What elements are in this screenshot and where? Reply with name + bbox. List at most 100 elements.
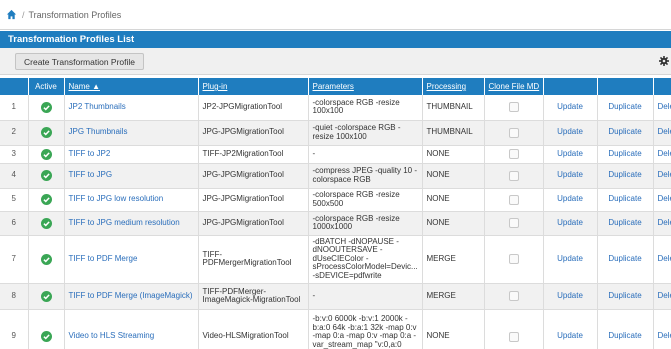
col-name-header[interactable]: Name ▲ <box>64 78 199 95</box>
row-index: 1 <box>0 95 29 121</box>
plugin-cell: JPG-JPGMigrationTool <box>198 120 309 146</box>
clone-cell <box>484 120 544 146</box>
row-index: 6 <box>0 211 29 236</box>
update-link[interactable]: Update <box>543 120 598 146</box>
home-icon[interactable] <box>6 9 17 20</box>
col-clone-header[interactable]: Clone File MD <box>484 78 544 95</box>
delete-link[interactable]: Delete <box>653 120 671 146</box>
table-row: 5 TIFF to JPG low resolution JPG-JPGMigr… <box>0 188 671 212</box>
breadcrumb: / Transformation Profiles <box>0 0 671 30</box>
profile-name[interactable]: TIFF to JPG <box>64 163 199 189</box>
table-row: 8 TIFF to PDF Merge (ImageMagick) TIFF-P… <box>0 283 671 310</box>
processing-cell: NONE <box>422 309 485 349</box>
duplicate-link[interactable]: Duplicate <box>597 95 654 121</box>
check-circle-icon <box>40 217 52 229</box>
toolbar: Create Transformation Profile <box>0 48 671 75</box>
parameters-cell: -compress JPEG -quality 10 -colorspace R… <box>308 163 423 189</box>
delete-link[interactable]: Delete <box>653 145 671 164</box>
check-circle-icon <box>40 331 52 342</box>
row-index: 8 <box>0 283 29 310</box>
table-header-row: Active Name ▲ Plug-in Parameters Process… <box>0 78 671 95</box>
profile-name[interactable]: TIFF to JP2 <box>64 145 199 164</box>
duplicate-link[interactable]: Duplicate <box>597 145 654 164</box>
processing-cell: THUMBNAIL <box>422 95 485 121</box>
parameters-cell: -colorspace RGB -resize 500x500 <box>308 188 423 212</box>
plugin-cell: JP2-JPGMigrationTool <box>198 95 309 121</box>
plugin-cell: TIFF-JP2MigrationTool <box>198 145 309 164</box>
update-link[interactable]: Update <box>543 309 598 349</box>
update-link[interactable]: Update <box>543 188 598 212</box>
col-parameters-header[interactable]: Parameters <box>308 78 423 95</box>
update-link[interactable]: Update <box>543 211 598 236</box>
delete-link[interactable]: Delete <box>653 309 671 349</box>
active-cell <box>28 95 65 121</box>
clone-cell <box>484 163 544 189</box>
active-cell <box>28 188 65 212</box>
clone-file-md-checkbox[interactable] <box>508 102 519 113</box>
active-cell <box>28 309 65 349</box>
row-index: 4 <box>0 163 29 189</box>
profile-name[interactable]: TIFF to JPG low resolution <box>64 188 199 212</box>
clone-file-md-checkbox[interactable] <box>508 170 519 181</box>
duplicate-link[interactable]: Duplicate <box>597 211 654 236</box>
table-row: 2 JPG Thumbnails JPG-JPGMigrationTool -q… <box>0 120 671 146</box>
profile-name[interactable]: TIFF to PDF Merge <box>64 235 199 284</box>
clone-file-md-checkbox[interactable] <box>508 291 519 301</box>
duplicate-link[interactable]: Duplicate <box>597 188 654 212</box>
col-duplicate-header <box>597 78 654 95</box>
col-plugin-header[interactable]: Plug-in <box>198 78 309 95</box>
processing-cell: NONE <box>422 211 485 236</box>
duplicate-link[interactable]: Duplicate <box>597 120 654 146</box>
plugin-cell: TIFF-PDFMerger-ImageMagick-MigrationTool <box>198 283 309 310</box>
clone-file-md-checkbox[interactable] <box>508 127 519 138</box>
duplicate-link[interactable]: Duplicate <box>597 235 654 284</box>
clone-cell <box>484 188 544 212</box>
clone-file-md-checkbox[interactable] <box>508 194 519 205</box>
profile-name[interactable]: JP2 Thumbnails <box>64 95 199 121</box>
delete-link[interactable]: Delete <box>653 95 671 121</box>
delete-link[interactable]: Delete <box>653 163 671 189</box>
profile-name[interactable]: TIFF to JPG medium resolution <box>64 211 199 236</box>
create-profile-button[interactable]: Create Transformation Profile <box>15 53 145 70</box>
profile-name[interactable]: TIFF to PDF Merge (ImageMagick) <box>64 283 199 310</box>
duplicate-link[interactable]: Duplicate <box>597 283 654 310</box>
delete-link[interactable]: Delete <box>653 235 671 284</box>
processing-cell: THUMBNAIL <box>422 120 485 146</box>
row-index: 2 <box>0 120 29 146</box>
processing-cell: NONE <box>422 188 485 212</box>
col-processing-header[interactable]: Processing <box>422 78 485 95</box>
clone-file-md-checkbox[interactable] <box>508 149 519 159</box>
duplicate-link[interactable]: Duplicate <box>597 163 654 189</box>
clone-file-md-checkbox[interactable] <box>508 331 519 342</box>
col-delete-header <box>653 78 671 95</box>
processing-cell: NONE <box>422 145 485 164</box>
profile-name[interactable]: JPG Thumbnails <box>64 120 199 146</box>
update-link[interactable]: Update <box>543 283 598 310</box>
duplicate-link[interactable]: Duplicate <box>597 309 654 349</box>
update-link[interactable]: Update <box>543 95 598 121</box>
parameters-cell: -colorspace RGB -resize 100x100 <box>308 95 423 121</box>
clone-cell <box>484 145 544 164</box>
parameters-cell: -colorspace RGB -resize 1000x1000 <box>308 211 423 236</box>
plugin-cell: JPG-JPGMigrationTool <box>198 163 309 189</box>
clone-file-md-checkbox[interactable] <box>508 254 519 264</box>
panel-title: Transformation Profiles List <box>0 31 671 48</box>
table-row: 9 Video to HLS Streaming Video-HLSMigrat… <box>0 309 671 349</box>
update-link[interactable]: Update <box>543 145 598 164</box>
gear-icon[interactable] <box>659 56 669 66</box>
clone-file-md-checkbox[interactable] <box>508 218 519 228</box>
delete-link[interactable]: Delete <box>653 283 671 310</box>
update-link[interactable]: Update <box>543 235 598 284</box>
active-cell <box>28 163 65 189</box>
col-index-header <box>0 78 29 95</box>
check-circle-icon <box>40 148 52 160</box>
plugin-cell: JPG-JPGMigrationTool <box>198 188 309 212</box>
profile-name[interactable]: Video to HLS Streaming <box>64 309 199 349</box>
parameters-cell: -dBATCH -dNOPAUSE -dNOOUTERSAVE -dUseCIE… <box>308 235 423 284</box>
delete-link[interactable]: Delete <box>653 211 671 236</box>
active-cell <box>28 283 65 310</box>
check-circle-icon <box>40 253 52 265</box>
delete-link[interactable]: Delete <box>653 188 671 212</box>
update-link[interactable]: Update <box>543 163 598 189</box>
active-cell <box>28 211 65 236</box>
